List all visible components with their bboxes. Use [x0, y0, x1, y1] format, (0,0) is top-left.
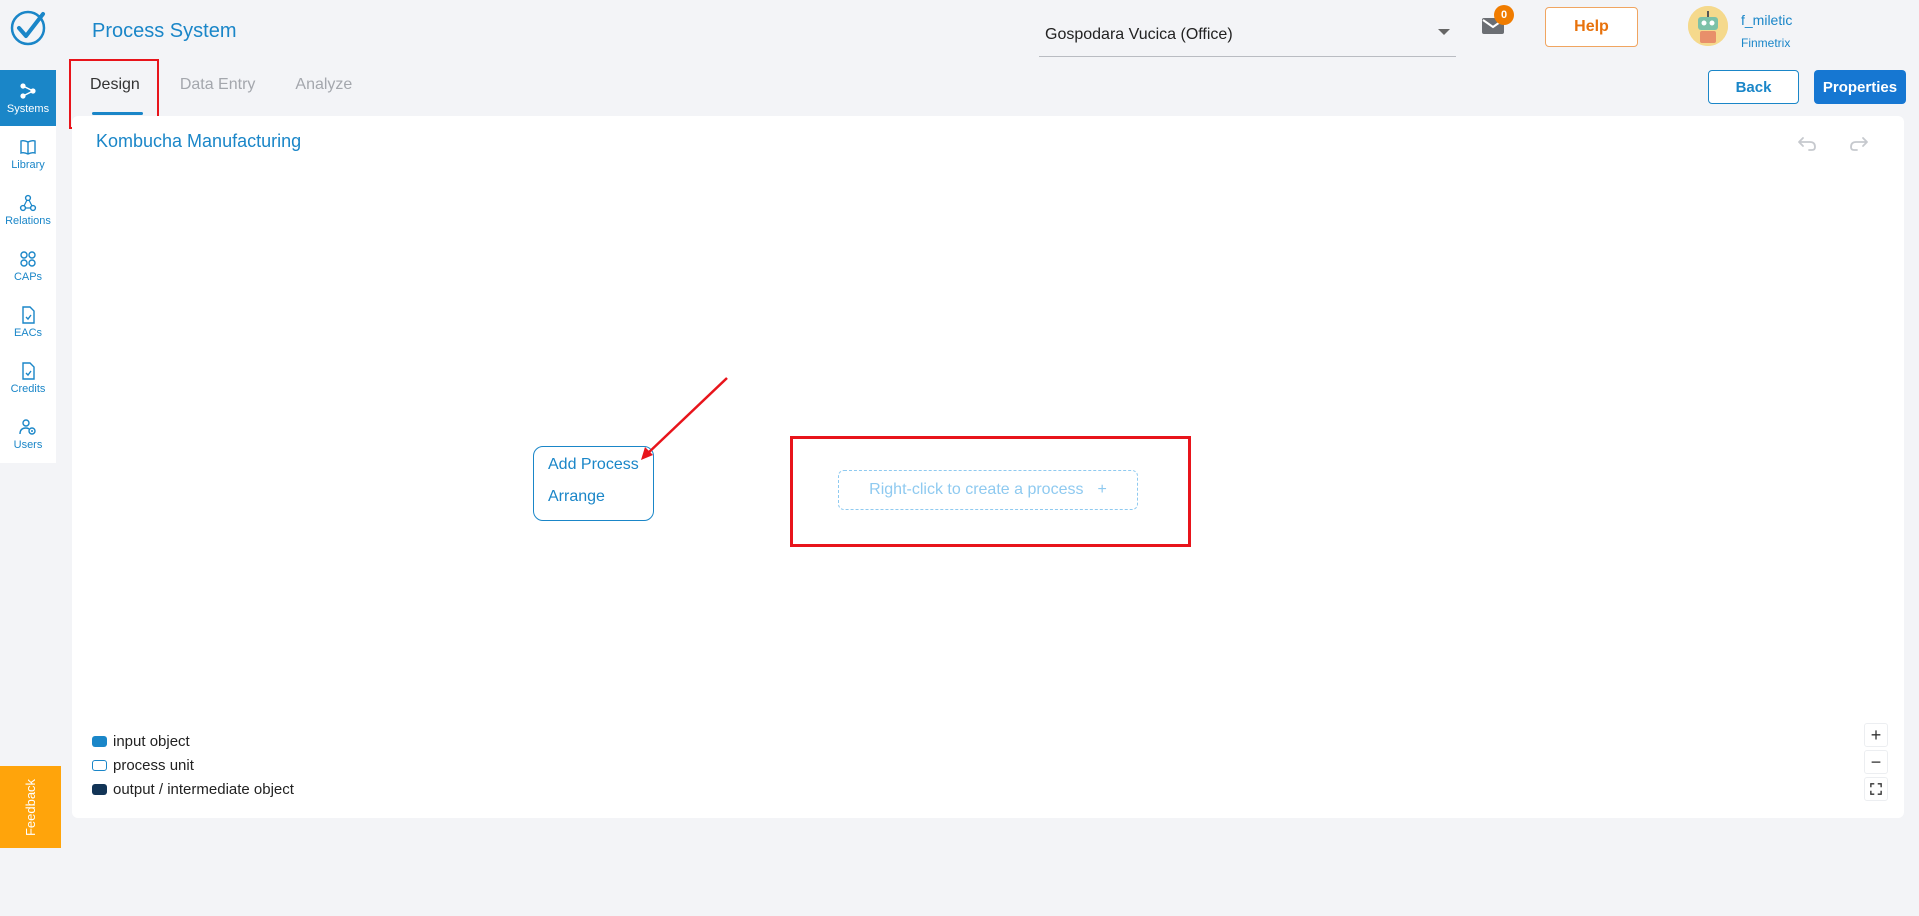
grid-icon [20, 250, 36, 267]
organization-select[interactable]: Gospodara Vucica (Office) [1039, 14, 1456, 57]
user-organization: Finmetrix [1741, 36, 1791, 50]
legend-item: output / intermediate object [92, 777, 294, 801]
menu-item-arrange[interactable]: Arrange [548, 489, 639, 521]
sidebar-item-users[interactable]: Users [0, 406, 56, 462]
app-logo-icon[interactable] [9, 9, 47, 47]
legend-label: output / intermediate object [113, 780, 294, 798]
document-check-icon [22, 305, 35, 324]
back-button[interactable]: Back [1708, 70, 1799, 104]
redo-icon[interactable] [1847, 131, 1871, 155]
legend: input object process unit output / inter… [92, 729, 294, 801]
menu-item-add-process[interactable]: Add Process [548, 457, 639, 489]
mail-count-badge: 0 [1494, 5, 1514, 25]
tab-analyze[interactable]: Analyze [275, 68, 372, 118]
plus-icon: + [1097, 481, 1107, 498]
input-object-swatch [92, 735, 107, 747]
sidebar-item-label: Relations [5, 214, 51, 227]
help-button[interactable]: Help [1545, 7, 1638, 47]
sidebar: Systems Library Relations CAPs EACs Cred… [0, 70, 56, 463]
undo-icon[interactable] [1795, 131, 1819, 155]
systems-icon [20, 82, 36, 99]
sidebar-item-library[interactable]: Library [0, 126, 56, 182]
robot-avatar-icon [1688, 6, 1728, 46]
legend-label: process unit [113, 756, 194, 774]
sidebar-item-label: CAPs [13, 270, 43, 283]
properties-button[interactable]: Properties [1814, 70, 1906, 104]
avatar[interactable] [1688, 6, 1728, 46]
legend-item: process unit [92, 753, 294, 777]
sidebar-item-label: Credits [10, 382, 46, 395]
sidebar-item-eacs[interactable]: EACs [0, 294, 56, 350]
sidebar-item-label: Library [11, 158, 45, 171]
app-title: Process System [92, 20, 237, 42]
sidebar-item-label: Users [13, 438, 43, 451]
users-gear-icon [19, 418, 36, 435]
feedback-label: Feedback [23, 778, 38, 836]
user-name[interactable]: f_miletic [1741, 12, 1792, 28]
organization-select-value: Gospodara Vucica (Office) [1045, 26, 1233, 43]
process-unit-swatch [92, 759, 107, 771]
zoom-out-button[interactable]: − [1864, 750, 1888, 774]
book-icon [20, 139, 36, 155]
legend-label: input object [113, 732, 190, 750]
relations-icon [19, 194, 37, 211]
sidebar-item-credits[interactable]: Credits [0, 350, 56, 406]
sidebar-item-relations[interactable]: Relations [0, 182, 56, 238]
sidebar-item-label: EACs [13, 326, 43, 339]
tab-data-entry[interactable]: Data Entry [160, 68, 276, 118]
document-check-icon [22, 361, 35, 380]
feedback-tab[interactable]: Feedback [0, 766, 61, 848]
sidebar-item-label: Systems [6, 102, 50, 115]
chevron-down-icon [1438, 29, 1450, 35]
fullscreen-icon [1870, 783, 1882, 795]
sidebar-item-systems[interactable]: Systems [0, 70, 56, 126]
fit-view-button[interactable] [1864, 777, 1888, 801]
sidebar-item-caps[interactable]: CAPs [0, 238, 56, 294]
project-title: Kombucha Manufacturing [96, 131, 302, 151]
create-process-placeholder[interactable]: Right-click to create a process + [838, 470, 1138, 510]
annotation-arrow-icon [641, 377, 728, 460]
zoom-in-button[interactable]: + [1864, 723, 1888, 747]
output-object-swatch [92, 783, 107, 795]
legend-item: input object [92, 729, 294, 753]
placeholder-text: Right-click to create a process [869, 481, 1084, 498]
